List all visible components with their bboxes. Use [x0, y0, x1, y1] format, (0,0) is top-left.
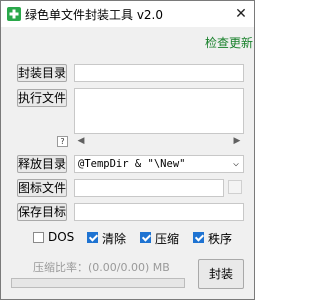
option-clear-label: 清除 — [102, 232, 127, 246]
checkbox-clear[interactable] — [87, 232, 98, 243]
check-update-link[interactable]: 检查更新 — [205, 34, 253, 51]
green-plus-icon — [7, 7, 21, 21]
icon-file-input[interactable] — [74, 179, 224, 197]
release-dir-button[interactable]: 释放目录 — [17, 155, 67, 173]
release-dir-value: @TempDir & "\New" — [78, 158, 186, 170]
icon-preview — [228, 180, 242, 194]
chevron-down-icon[interactable]: ⌵ — [233, 156, 239, 172]
checkbox-compress[interactable] — [140, 232, 151, 243]
checkbox-order[interactable] — [193, 232, 204, 243]
arrow-right-icon[interactable]: ▶ — [230, 134, 244, 148]
icon-file-button[interactable]: 图标文件 — [17, 179, 67, 197]
progress-bar — [11, 278, 185, 288]
exec-file-button[interactable]: 执行文件 — [17, 89, 67, 107]
release-dir-select[interactable]: @TempDir & "\New" ⌵ — [74, 155, 244, 173]
option-compress-label: 压缩 — [155, 232, 180, 246]
option-dos-label: DOS — [48, 230, 75, 244]
package-dir-button[interactable]: 封装目录 — [17, 64, 67, 82]
option-order-label: 秩序 — [208, 232, 233, 246]
package-button[interactable]: 封装 — [198, 259, 244, 289]
save-target-button[interactable]: 保存目标 — [17, 203, 67, 221]
arrow-left-icon[interactable]: ◀ — [74, 134, 88, 148]
title-bar: 绿色单文件封装工具 v2.0 ✕ — [1, 1, 254, 27]
package-dir-input[interactable] — [74, 64, 244, 82]
compression-ratio-text: 压缩比率：(0.00/0.00) MB — [33, 261, 170, 274]
save-target-input[interactable] — [74, 203, 244, 221]
checkbox-dos[interactable] — [33, 232, 44, 243]
close-icon[interactable]: ✕ — [228, 1, 254, 27]
help-icon[interactable]: ? — [57, 136, 68, 147]
window-title: 绿色单文件封装工具 v2.0 — [25, 8, 164, 22]
exec-file-list[interactable] — [74, 88, 244, 134]
app-window: 绿色单文件封装工具 v2.0 ✕ 检查更新 封装目录 执行文件 ◀ ▶ ? 释放… — [0, 0, 255, 300]
exec-file-scrollbar[interactable]: ◀ ▶ — [74, 134, 244, 148]
